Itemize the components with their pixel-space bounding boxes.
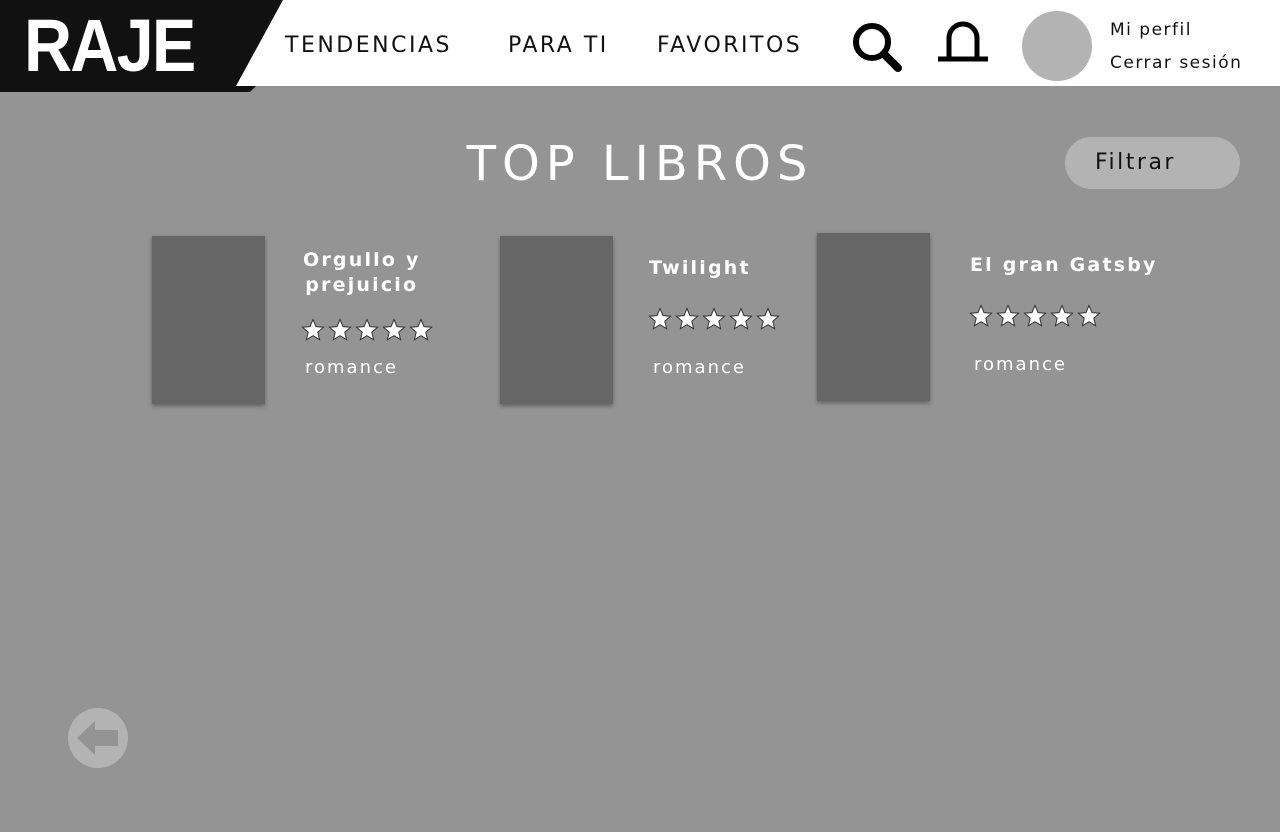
star-icon[interactable] [1023,304,1047,328]
book-genre[interactable]: romance [305,356,398,380]
star-icon[interactable] [675,307,699,331]
star-icon[interactable] [756,307,780,331]
logo[interactable]: RAJE [0,0,290,92]
top-header: RAJE TENDENCIAS PARA TI FAVORITOS Mi per… [0,0,1280,92]
book-title[interactable]: Orgullo y prejuicio [303,248,421,298]
star-icon[interactable] [409,318,433,342]
book-title-line: Twilight [649,257,751,279]
book-cover[interactable] [817,233,930,401]
profile-link[interactable]: Mi perfil [1110,18,1192,42]
filter-button[interactable]: Filtrar [1065,137,1240,189]
star-icon[interactable] [648,307,672,331]
book-genre[interactable]: romance [653,356,746,380]
bell-icon [938,21,988,62]
star-icon[interactable] [1050,304,1074,328]
avatar[interactable] [1022,11,1092,81]
star-icon[interactable] [382,318,406,342]
logo-text: RAJE [24,4,196,87]
nav-para-ti[interactable]: PARA TI [508,30,609,62]
nav-favoritos[interactable]: FAVORITOS [657,30,802,62]
book-genre[interactable]: romance [974,353,1067,377]
star-icon[interactable] [996,304,1020,328]
star-rating[interactable] [301,318,433,342]
star-rating[interactable] [648,307,780,331]
book-title[interactable]: El gran Gatsby [970,253,1158,278]
star-icon[interactable] [969,304,993,328]
book-title-line: Orgullo y [303,249,421,271]
book-title-line: El gran Gatsby [970,254,1158,276]
star-rating[interactable] [969,304,1101,328]
logout-link[interactable]: Cerrar sesión [1110,51,1242,75]
nav-tendencias[interactable]: TENDENCIAS [285,30,452,62]
back-button[interactable] [68,708,128,768]
star-icon[interactable] [729,307,753,331]
star-icon[interactable] [328,318,352,342]
search-button[interactable] [850,20,904,74]
book-cover[interactable] [152,236,265,404]
book-title-line: prejuicio [305,274,419,296]
book-title[interactable]: Twilight [649,256,751,281]
star-icon[interactable] [702,307,726,331]
star-icon[interactable] [355,318,379,342]
star-icon[interactable] [1077,304,1101,328]
star-icon[interactable] [301,318,325,342]
arrow-left-icon [68,708,128,768]
notifications-button[interactable] [936,20,990,66]
search-icon [853,23,902,72]
book-cover[interactable] [500,236,613,404]
